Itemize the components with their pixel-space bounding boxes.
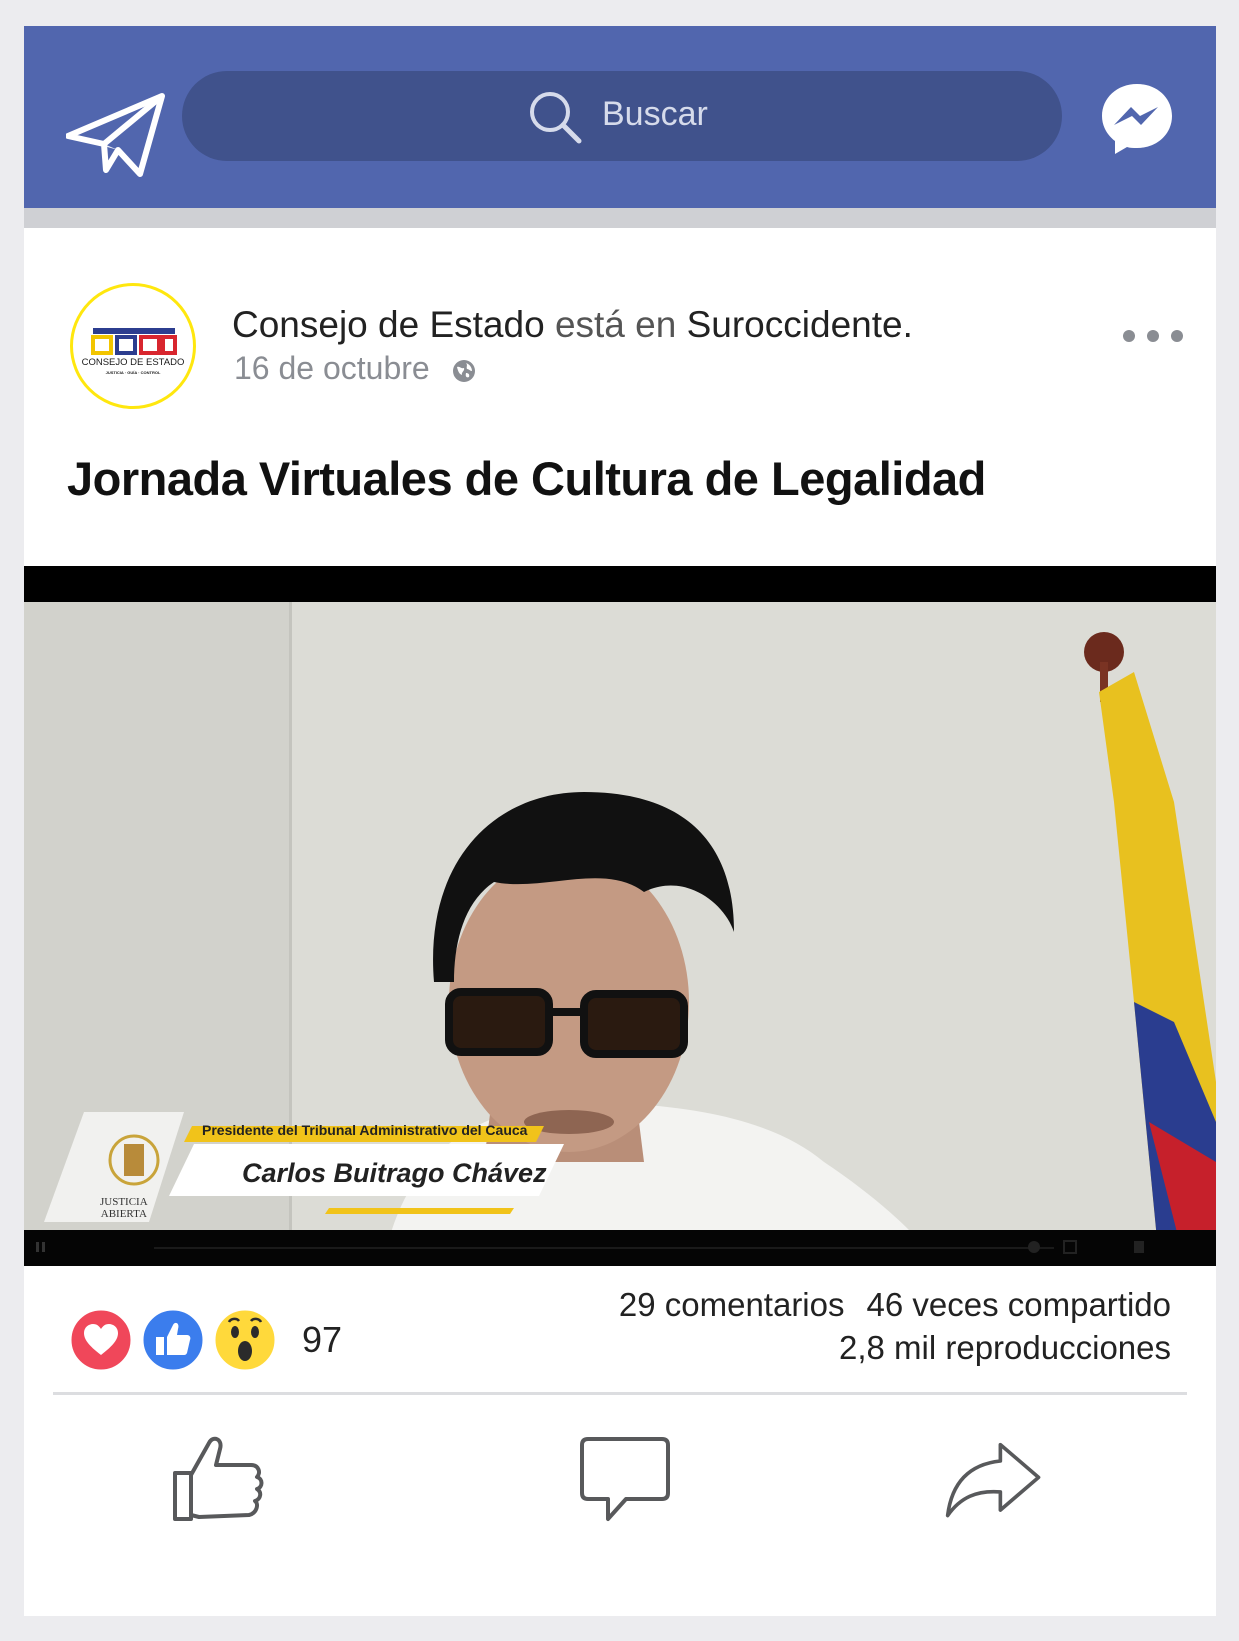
post-date[interactable]: 16 de octubre [234,350,430,387]
consejo-de-estado-logo: CONSEJO DE ESTADO JUSTICIA · GUÍA · CONT… [82,328,185,375]
like-reaction-icon [140,1307,206,1373]
share-button[interactable] [944,1431,1044,1531]
post-card: Buscar CONSEJO DE ESTADO JUSTICIA · GUÍA… [24,26,1216,1616]
wow-reaction-icon [212,1307,278,1373]
send-icon[interactable] [66,90,166,180]
engagement-stats: 29 comentarios 46 veces compartido [619,1286,1171,1324]
messenger-icon[interactable] [1099,81,1175,157]
post-title: Jornada Virtuales de Cultura de Legalida… [67,452,986,505]
video-frame: Presidente del Tribunal Administrativo d… [24,602,1216,1260]
lower-third-role: Presidente del Tribunal Administrativo d… [202,1122,528,1138]
lower-third-name: Carlos Buitrago Chávez [242,1158,547,1188]
location-name[interactable]: Suroccidente. [687,304,913,345]
reactions-summary[interactable]: 97 [68,1307,342,1373]
top-bar: Buscar [24,26,1216,208]
divider [53,1392,1187,1395]
logo-line1: JUSTICIA [100,1196,148,1208]
svg-text:CONSEJO DE ESTADO: CONSEJO DE ESTADO [82,357,185,368]
reaction-count: 97 [302,1319,343,1360]
video-controls-bar [36,1240,1144,1254]
comment-button[interactable] [576,1431,676,1531]
comment-icon [580,1437,670,1521]
like-icon [173,1436,264,1521]
svg-text:JUSTICIA · GUÍA · CONTROL: JUSTICIA · GUÍA · CONTROL [106,370,161,375]
post-author-line: Consejo de Estado está en Suroccidente. [232,304,913,346]
shares-count[interactable]: 46 veces compartido [867,1286,1172,1323]
love-reaction-icon [68,1307,134,1373]
search-icon [530,92,582,144]
globe-icon [452,359,475,382]
search-placeholder: Buscar [602,95,708,133]
video-controls[interactable] [24,1230,1216,1266]
location-connector: está en [554,304,677,345]
justicia-abierta-logo: JUSTICIA ABIERTA [100,1196,148,1220]
views-count: 2,8 mil reproducciones [839,1329,1171,1366]
more-options-icon[interactable] [1121,326,1191,346]
logo-line2: ABIERTA [100,1208,147,1220]
share-icon [945,1442,1041,1518]
video-player[interactable]: Presidente del Tribunal Administrativo d… [24,566,1216,1266]
like-button[interactable] [169,1431,269,1531]
post-date-row: 16 de octubre [234,350,476,387]
top-bar-shadow [24,208,1216,228]
avatar[interactable]: CONSEJO DE ESTADO JUSTICIA · GUÍA · CONT… [70,283,196,409]
search-input[interactable]: Buscar [182,71,1062,161]
comments-count[interactable]: 29 comentarios [619,1286,845,1323]
author-name[interactable]: Consejo de Estado [232,304,545,345]
